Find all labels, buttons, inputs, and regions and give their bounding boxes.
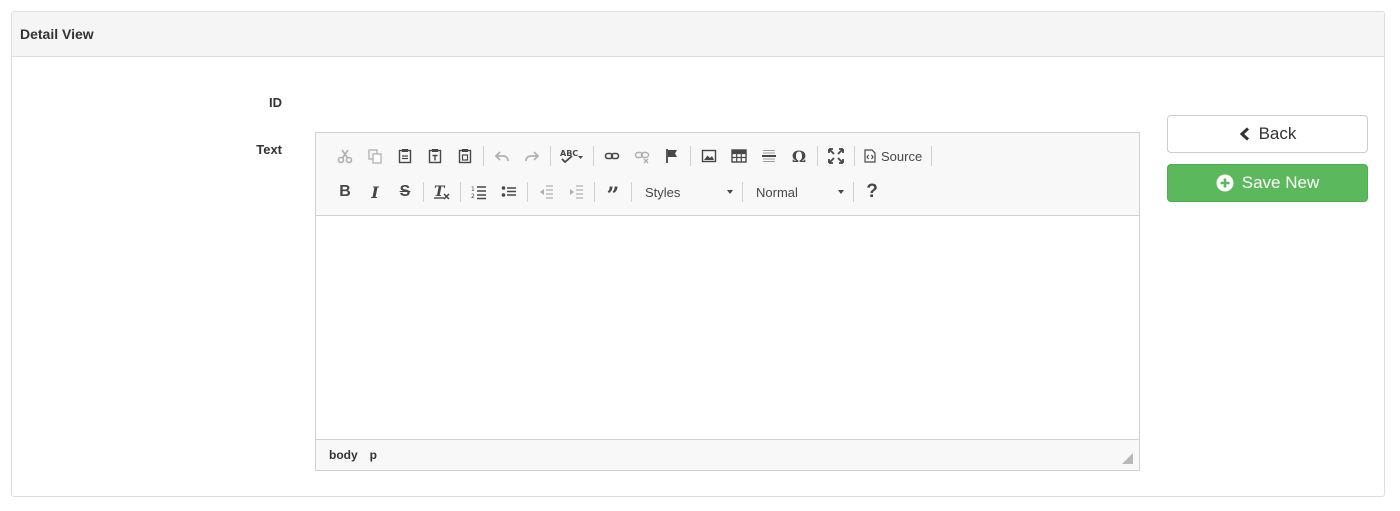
toolbar-separator bbox=[742, 182, 743, 202]
format-dropdown[interactable]: Normal bbox=[746, 180, 850, 204]
plus-circle-icon bbox=[1216, 174, 1234, 192]
save-new-button[interactable]: Save New bbox=[1167, 164, 1368, 202]
bold-icon[interactable]: B bbox=[330, 179, 360, 205]
rich-text-editor: ABC Ω Source B I S T 1 2 ” Styles Normal… bbox=[315, 132, 1140, 471]
text-label: Text bbox=[256, 142, 282, 157]
toolbar-separator bbox=[593, 146, 594, 166]
blockquote-icon[interactable]: ” bbox=[598, 179, 628, 207]
cut-icon[interactable] bbox=[330, 143, 360, 169]
remove-format-icon[interactable]: T bbox=[427, 179, 457, 205]
source-button[interactable]: Source bbox=[858, 143, 928, 169]
toolbar-separator bbox=[631, 182, 632, 202]
resize-grip-icon[interactable] bbox=[1122, 453, 1133, 464]
maximize-icon[interactable] bbox=[821, 143, 851, 169]
paste-text-icon[interactable] bbox=[420, 143, 450, 169]
chevron-down-icon bbox=[727, 190, 733, 194]
italic-icon[interactable]: I bbox=[360, 179, 390, 205]
toolbar-separator bbox=[817, 146, 818, 166]
table-icon[interactable] bbox=[724, 143, 754, 169]
toolbar-separator bbox=[550, 146, 551, 166]
svg-text:1: 1 bbox=[471, 186, 475, 193]
back-button-label: Back bbox=[1258, 124, 1297, 143]
id-label: ID bbox=[269, 95, 282, 110]
help-icon[interactable]: ? bbox=[857, 179, 887, 205]
anchor-flag-icon[interactable] bbox=[657, 143, 687, 169]
back-button[interactable]: Back bbox=[1167, 115, 1368, 153]
source-icon bbox=[864, 149, 876, 163]
toolbar-separator bbox=[483, 146, 484, 166]
help-glyph: ? bbox=[866, 181, 878, 202]
spellcheck-icon[interactable]: ABC bbox=[554, 143, 590, 169]
toolbar-separator bbox=[423, 182, 424, 202]
copy-icon[interactable] bbox=[360, 143, 390, 169]
unlink-icon[interactable] bbox=[627, 143, 657, 169]
styles-dropdown[interactable]: Styles bbox=[635, 180, 739, 204]
svg-text:2: 2 bbox=[471, 193, 475, 200]
toolbar-row-1: ABC Ω Source bbox=[330, 141, 935, 171]
styles-dropdown-value: Styles bbox=[645, 184, 681, 200]
toolbar-separator bbox=[690, 146, 691, 166]
special-char-omega-icon[interactable]: Ω bbox=[784, 143, 814, 169]
indent-icon[interactable] bbox=[561, 179, 591, 205]
paste-icon[interactable] bbox=[390, 143, 420, 169]
format-dropdown-value: Normal bbox=[756, 184, 798, 200]
paste-word-icon[interactable] bbox=[450, 143, 480, 169]
bulleted-list-icon[interactable] bbox=[494, 179, 524, 205]
toolbar-separator bbox=[853, 182, 854, 202]
panel-title: Detail View bbox=[12, 12, 1384, 57]
toolbar-separator bbox=[854, 146, 855, 166]
editor-toolbar: ABC Ω Source B I S T 1 2 ” Styles Normal… bbox=[316, 133, 1139, 216]
toolbar-separator bbox=[527, 182, 528, 202]
toolbar-separator bbox=[594, 182, 595, 202]
undo-icon[interactable] bbox=[487, 143, 517, 169]
path-item-body[interactable]: body bbox=[329, 448, 358, 462]
chevron-left-icon bbox=[1239, 127, 1249, 141]
toolbar-separator bbox=[931, 146, 933, 166]
source-label: Source bbox=[881, 148, 923, 164]
horizontal-rule-icon[interactable] bbox=[754, 143, 784, 169]
editor-content-area[interactable] bbox=[316, 216, 1139, 439]
save-new-button-label: Save New bbox=[1241, 173, 1320, 192]
chevron-down-icon bbox=[838, 190, 844, 194]
path-item-p[interactable]: p bbox=[370, 448, 377, 462]
link-icon[interactable] bbox=[597, 143, 627, 169]
outdent-icon[interactable] bbox=[531, 179, 561, 205]
toolbar-row-2: B I S T 12 ” Styles Normal ? bbox=[330, 177, 887, 207]
numbered-list-icon[interactable]: 12 bbox=[464, 179, 494, 205]
svg-text:ABC: ABC bbox=[560, 149, 578, 158]
redo-icon[interactable] bbox=[517, 143, 547, 169]
strikethrough-icon[interactable]: S bbox=[390, 179, 420, 205]
editor-element-path: body p bbox=[316, 439, 1139, 470]
image-icon[interactable] bbox=[694, 143, 724, 169]
toolbar-separator bbox=[460, 182, 461, 202]
